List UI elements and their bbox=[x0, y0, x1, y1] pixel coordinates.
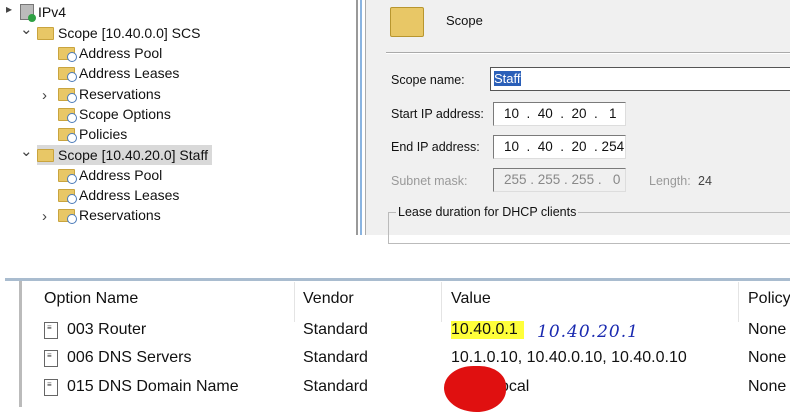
folder-icon bbox=[58, 107, 77, 123]
column-header-policy[interactable]: Policy bbox=[748, 290, 790, 308]
option-value: 10.40.0.1 bbox=[451, 321, 524, 339]
folder-icon bbox=[390, 7, 424, 37]
folder-icon bbox=[58, 87, 77, 103]
option-vendor: Standard bbox=[303, 349, 368, 366]
chevron-down-icon[interactable]: ⌄ bbox=[20, 144, 33, 159]
option-policy: None bbox=[748, 321, 787, 338]
folder-icon bbox=[58, 127, 77, 143]
scope-name-input[interactable]: Staff bbox=[490, 67, 790, 91]
chevron-right-icon[interactable]: › bbox=[42, 87, 47, 104]
option-name: 003 Router bbox=[67, 321, 147, 338]
tree-item[interactable]: Scope [10.40.20.0] Staff bbox=[37, 145, 212, 165]
tree-item[interactable]: Address Pool bbox=[58, 43, 162, 63]
folder-icon bbox=[58, 66, 77, 82]
redaction-blob bbox=[444, 366, 506, 412]
option-icon: ≡ bbox=[44, 322, 58, 339]
option-value: 10.1.0.10, 10.40.0.10, 10.40.0.10 bbox=[451, 349, 687, 366]
chevron-right-icon[interactable]: › bbox=[42, 208, 47, 225]
handwritten-annotation: 10.40.20.1 bbox=[537, 322, 639, 342]
option-vendor: Standard bbox=[303, 321, 368, 338]
option-name: 006 DNS Servers bbox=[67, 349, 192, 366]
option-policy: None bbox=[748, 378, 787, 395]
option-vendor: Standard bbox=[303, 378, 368, 395]
tree-item[interactable]: Address Pool bbox=[58, 165, 162, 185]
scope-name-label: Scope name: bbox=[391, 73, 465, 87]
server-icon bbox=[20, 4, 36, 22]
end-ip-input[interactable]: 10 . 40 . 20 . 254 bbox=[493, 135, 626, 159]
tree-item[interactable]: Scope [10.40.0.0] SCS bbox=[37, 23, 200, 43]
chevron-down-icon[interactable]: ⌄ bbox=[20, 22, 33, 37]
tree-item[interactable]: Policies bbox=[58, 124, 127, 144]
subnet-mask-label: Subnet mask: bbox=[391, 174, 468, 188]
table-left-border bbox=[19, 281, 22, 407]
option-name: 015 DNS Domain Name bbox=[67, 378, 239, 395]
folder-icon bbox=[37, 148, 54, 162]
subnet-mask-input: 255 . 255 . 255 . 0 bbox=[493, 168, 626, 192]
folder-icon bbox=[58, 46, 77, 62]
column-header-value[interactable]: Value bbox=[451, 290, 491, 308]
option-icon: ≡ bbox=[44, 350, 58, 367]
scope-properties-panel: Scope Scope name: Staff Start IP address… bbox=[365, 0, 790, 244]
lease-group-label: Lease duration for DHCP clients bbox=[396, 205, 579, 219]
expand-arrow-icon[interactable]: ▸ bbox=[6, 2, 12, 16]
folder-icon bbox=[58, 168, 77, 184]
tree-pane: ▸ IPv4 ⌄ Scope [10.40.0.0] SCS Address Poo… bbox=[0, 0, 355, 235]
tree-item[interactable]: Address Leases bbox=[58, 185, 179, 205]
folder-icon bbox=[37, 26, 54, 40]
option-policy: None bbox=[748, 349, 787, 366]
panel-title: Scope bbox=[446, 13, 483, 28]
folder-icon bbox=[58, 208, 77, 224]
tree-item[interactable]: Reservations bbox=[58, 84, 161, 104]
folder-icon bbox=[58, 188, 77, 204]
tree-item-ipv4[interactable]: IPv4 bbox=[20, 2, 66, 22]
length-label: Length: bbox=[649, 174, 691, 188]
option-icon: ≡ bbox=[44, 379, 58, 396]
end-ip-label: End IP address: bbox=[391, 140, 480, 154]
tree-item[interactable]: Address Leases bbox=[58, 63, 179, 83]
tree-item[interactable]: Reservations bbox=[58, 205, 161, 225]
column-header-vendor[interactable]: Vendor bbox=[303, 290, 354, 308]
column-header-option-name[interactable]: Option Name bbox=[44, 290, 138, 308]
length-value[interactable]: 24 bbox=[698, 174, 712, 188]
pane-splitter[interactable] bbox=[356, 0, 362, 235]
table-top-border bbox=[5, 278, 790, 281]
divider bbox=[386, 52, 790, 54]
start-ip-input[interactable]: 10 . 40 . 20 . 1 bbox=[493, 102, 626, 126]
start-ip-label: Start IP address: bbox=[391, 107, 484, 121]
tree-item[interactable]: Scope Options bbox=[58, 104, 171, 124]
